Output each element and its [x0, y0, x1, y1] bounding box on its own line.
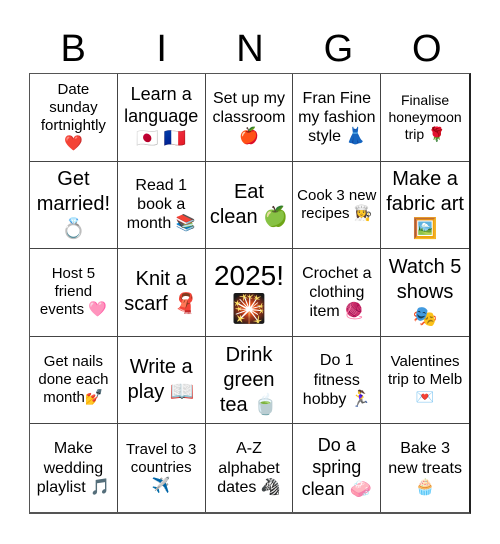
bingo-cell[interactable]: Valentines trip to Melb 💌	[381, 337, 469, 425]
bingo-cell[interactable]: Host 5 friend events 🩷	[30, 249, 118, 337]
bingo-cell[interactable]: Do a spring clean 🧼	[293, 424, 382, 512]
cell-text: Get nails done each month💅	[38, 353, 109, 407]
header-letter-i: I	[156, 28, 167, 70]
bingo-cell[interactable]: Make wedding playlist 🎵	[30, 424, 118, 512]
cell-text: Fran Fine my fashion style 👗	[298, 89, 376, 145]
bingo-cell[interactable]: Bake 3 new treats 🧁	[381, 424, 469, 512]
bingo-cell[interactable]: Finalise honeymoon trip 🌹	[381, 74, 469, 162]
bingo-cell[interactable]: Crochet a clothing item 🧶	[293, 249, 382, 337]
bingo-cell[interactable]: Eat clean 🍏	[205, 161, 294, 250]
cell-text: Write a play 📖	[127, 356, 195, 404]
cell-text: Learn a language 🇯🇵 🇫🇷	[124, 84, 199, 149]
free-space-cell[interactable]: 2025! 🎇	[205, 249, 294, 337]
cell-text: A-Z alphabet dates 🦓	[217, 440, 281, 496]
cell-text: Make a fabric art 🖼️	[386, 168, 464, 241]
cell-text: Do 1 fitness hobby 🏃‍♀️	[302, 352, 371, 408]
bingo-cell[interactable]: Get nails done each month💅	[30, 336, 118, 425]
bingo-header: B I N G O	[29, 26, 471, 72]
cell-text: Travel to 3 countries ✈️	[126, 441, 197, 495]
cell-text: Knit a scarf 🧣	[124, 268, 199, 316]
cell-text: Eat clean 🍏	[209, 180, 289, 228]
bingo-cell[interactable]: Travel to 3 countries ✈️	[118, 424, 206, 512]
header-letter-o: O	[412, 28, 442, 70]
cell-text: Read 1 book a month 📚	[126, 177, 196, 233]
bingo-cell[interactable]: Make a fabric art 🖼️	[381, 162, 469, 250]
header-letter-n: N	[236, 28, 264, 70]
bingo-cell[interactable]: Fran Fine my fashion style 👗	[293, 74, 382, 162]
bingo-cell[interactable]: A-Z alphabet dates 🦓	[206, 424, 294, 512]
cell-text: Do a spring clean 🧼	[301, 435, 373, 500]
cell-text: Bake 3 new treats 🧁	[388, 440, 462, 496]
cell-text: Finalise honeymoon trip 🌹	[388, 92, 462, 142]
cell-text: Valentines trip to Melb 💌	[387, 353, 463, 407]
bingo-cell[interactable]: Read 1 book a month 📚	[117, 161, 206, 250]
header-letter-b: B	[60, 28, 86, 70]
bingo-cell[interactable]: Knit a scarf 🧣	[117, 249, 206, 337]
cell-text: Crochet a clothing item 🧶	[302, 264, 372, 321]
bingo-cell[interactable]: Write a play 📖	[117, 336, 206, 425]
bingo-cell[interactable]: Drink green tea 🍵	[205, 336, 294, 425]
cell-text: Drink green tea 🍵	[219, 343, 279, 416]
header-letter-g: G	[323, 28, 354, 70]
bingo-cell[interactable]: Set up my classroom 🍎	[205, 74, 294, 162]
cell-text: Set up my classroom 🍎	[212, 89, 286, 145]
cell-text: Make wedding playlist 🎵	[36, 440, 111, 496]
cell-text: Watch 5 shows 🎭	[388, 255, 462, 328]
bingo-cell[interactable]: Cook 3 new recipes 👩‍🍳	[293, 161, 382, 250]
cell-text: 2025! 🎇	[213, 259, 285, 325]
bingo-cell[interactable]: Watch 5 shows 🎭	[381, 249, 469, 337]
bingo-cell[interactable]: Do 1 fitness hobby 🏃‍♀️	[293, 336, 382, 425]
cell-text: Cook 3 new recipes 👩‍🍳	[297, 186, 377, 222]
bingo-cell[interactable]: Date sunday fortnightly ❤️	[30, 74, 118, 162]
cell-text: Get married! 💍	[36, 168, 111, 241]
cell-text: Date sunday fortnightly ❤️	[40, 81, 106, 153]
bingo-cell[interactable]: Get married! 💍	[30, 161, 118, 250]
bingo-card-grid: Date sunday fortnightly ❤️ Learn a langu…	[29, 73, 471, 514]
cell-text: Host 5 friend events 🩷	[39, 265, 107, 319]
bingo-cell[interactable]: Learn a language 🇯🇵 🇫🇷	[117, 74, 206, 162]
